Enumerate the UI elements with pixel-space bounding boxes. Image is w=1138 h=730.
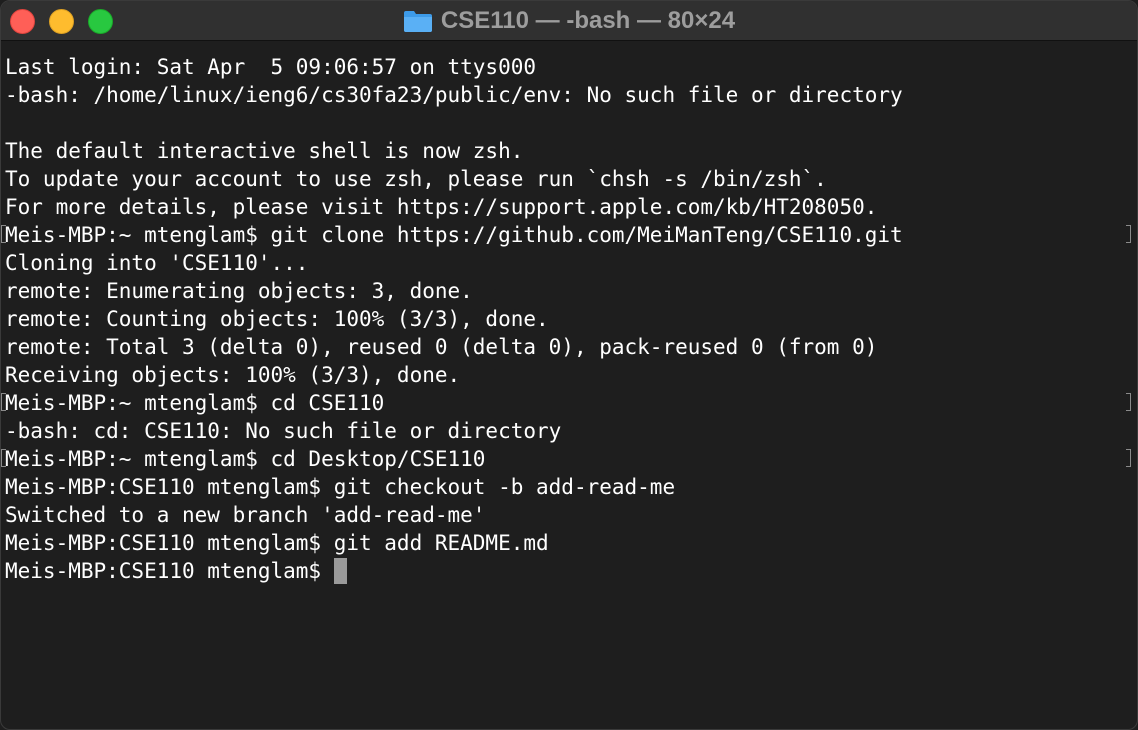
command-mark-left [1, 449, 6, 467]
text-cursor [333, 558, 347, 584]
terminal-output[interactable]: Last login: Sat Apr 5 09:06:57 on ttys00… [1, 41, 1137, 729]
title-bar[interactable]: CSE110 — -bash — 80×24 [1, 1, 1137, 41]
terminal-line-text: The default interactive shell is now zsh… [5, 139, 524, 163]
terminal-line: To update your account to use zsh, pleas… [5, 165, 1137, 193]
command-mark-right [1126, 393, 1131, 411]
terminal-line-text: Meis-MBP:~ mtenglam$ git clone https://g… [5, 223, 903, 247]
terminal-line: remote: Counting objects: 100% (3/3), do… [5, 305, 1137, 333]
terminal-line-text: Meis-MBP:~ mtenglam$ cd CSE110 [5, 391, 385, 415]
terminal-line: remote: Total 3 (delta 0), reused 0 (del… [5, 333, 1137, 361]
terminal-line: Last login: Sat Apr 5 09:06:57 on ttys00… [5, 53, 1137, 81]
terminal-line: Switched to a new branch 'add-read-me' [5, 501, 1137, 529]
terminal-line: For more details, please visit https://s… [5, 193, 1137, 221]
terminal-line-text: remote: Total 3 (delta 0), reused 0 (del… [5, 335, 878, 359]
terminal-line: -bash: /home/linux/ieng6/cs30fa23/public… [5, 81, 1137, 109]
terminal-line-text: -bash: cd: CSE110: No such file or direc… [5, 419, 562, 443]
terminal-line-text: Meis-MBP:CSE110 mtenglam$ git checkout -… [5, 475, 676, 499]
terminal-line: Meis-MBP:~ mtenglam$ git clone https://g… [1, 221, 1137, 249]
command-mark-right [1126, 449, 1131, 467]
terminal-line: -bash: cd: CSE110: No such file or direc… [5, 417, 1137, 445]
terminal-window: CSE110 — -bash — 80×24 Last login: Sat A… [0, 0, 1138, 730]
command-mark-left [1, 393, 6, 411]
terminal-line: Meis-MBP:~ mtenglam$ cd CSE110 [1, 389, 1137, 417]
terminal-line-text: -bash: /home/linux/ieng6/cs30fa23/public… [5, 83, 903, 107]
terminal-line: Receiving objects: 100% (3/3), done. [5, 361, 1137, 389]
terminal-line-text: Receiving objects: 100% (3/3), done. [5, 363, 461, 387]
terminal-line-text: For more details, please visit https://s… [5, 195, 878, 219]
terminal-line-text: To update your account to use zsh, pleas… [5, 167, 827, 191]
terminal-line: The default interactive shell is now zsh… [5, 137, 1137, 165]
terminal-line-text: remote: Counting objects: 100% (3/3), do… [5, 307, 549, 331]
terminal-line: remote: Enumerating objects: 3, done. [5, 277, 1137, 305]
terminal-line-text: Meis-MBP:~ mtenglam$ cd Desktop/CSE110 [5, 447, 486, 471]
terminal-line: Meis-MBP:CSE110 mtenglam$ git checkout -… [5, 473, 1137, 501]
terminal-line-text: Cloning into 'CSE110'... [5, 251, 309, 275]
terminal-line-text: Switched to a new branch 'add-read-me' [5, 503, 486, 527]
command-mark-left [1, 225, 6, 243]
terminal-line: Meis-MBP:CSE110 mtenglam$ git add README… [5, 529, 1137, 557]
folder-icon [403, 11, 432, 32]
terminal-line: Cloning into 'CSE110'... [5, 249, 1137, 277]
terminal-line-text: Meis-MBP:CSE110 mtenglam$ git add README… [5, 531, 549, 555]
prompt-line[interactable]: Meis-MBP:CSE110 mtenglam$ [5, 557, 1137, 585]
terminal-line: Meis-MBP:~ mtenglam$ cd Desktop/CSE110 [1, 445, 1137, 473]
command-mark-right [1126, 225, 1131, 243]
prompt-text: Meis-MBP:CSE110 mtenglam$ [5, 559, 334, 583]
terminal-line-text: remote: Enumerating objects: 3, done. [5, 279, 473, 303]
window-title-text: CSE110 — -bash — 80×24 [440, 7, 736, 34]
terminal-line-text: Last login: Sat Apr 5 09:06:57 on ttys00… [5, 55, 537, 79]
window-title: CSE110 — -bash — 80×24 [1, 1, 1137, 41]
